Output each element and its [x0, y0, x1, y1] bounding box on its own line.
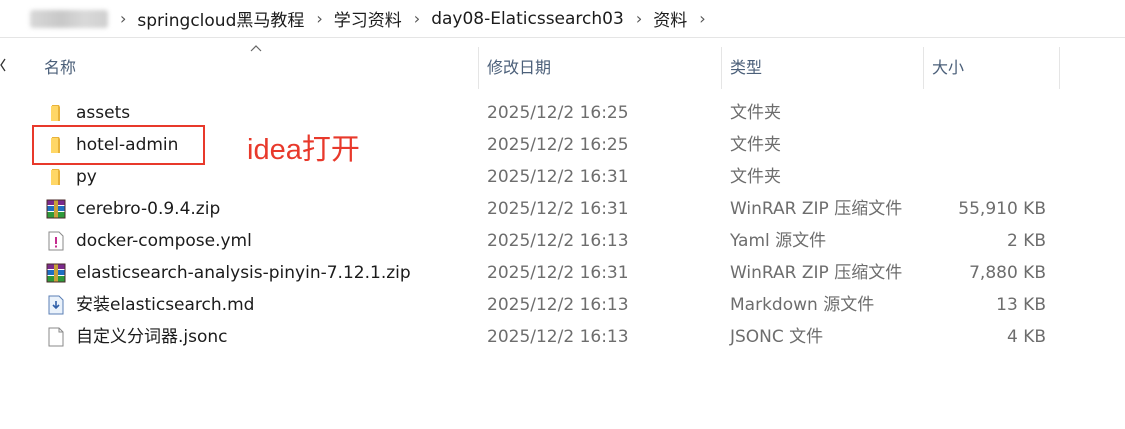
- file-size: 4 KB: [1006, 327, 1046, 347]
- file-modified: 2025/12/2 16:25: [487, 103, 629, 123]
- file-name: 安装elasticsearch.md: [76, 295, 255, 315]
- file-row[interactable]: py 2025/12/2 16:31 文件夹: [30, 161, 1060, 193]
- file-size: 2 KB: [1006, 231, 1046, 251]
- yaml-file-icon: [48, 231, 64, 251]
- column-header-size[interactable]: 大小: [918, 47, 1060, 89]
- file-modified: 2025/12/2 16:13: [487, 327, 629, 347]
- breadcrumb-study-materials[interactable]: 学习资料: [334, 6, 402, 31]
- chevron-right-icon[interactable]: ›: [414, 9, 420, 28]
- markdown-file-icon: [48, 295, 64, 315]
- file-modified: 2025/12/2 16:13: [487, 295, 629, 315]
- scroll-left-arrow-icon[interactable]: [0, 58, 6, 72]
- file-size: 13 KB: [996, 295, 1046, 315]
- file-row[interactable]: 自定义分词器.jsonc 2025/12/2 16:13 JSONC 文件 4 …: [30, 321, 1060, 353]
- column-header-modified[interactable]: 修改日期: [473, 47, 722, 89]
- file-type: 文件夹: [730, 167, 781, 187]
- chevron-right-icon[interactable]: ›: [636, 9, 642, 28]
- chevron-right-icon[interactable]: ›: [699, 9, 705, 28]
- blank-file-icon: [48, 327, 64, 347]
- file-name: py: [76, 167, 97, 187]
- file-name: elasticsearch-analysis-pinyin-7.12.1.zip: [76, 263, 411, 283]
- file-modified: 2025/12/2 16:31: [487, 263, 629, 283]
- file-modified: 2025/12/2 16:13: [487, 231, 629, 251]
- file-modified: 2025/12/2 16:25: [487, 135, 629, 155]
- file-row[interactable]: 安装elasticsearch.md 2025/12/2 16:13 Markd…: [30, 289, 1060, 321]
- file-size: 7,880 KB: [969, 263, 1046, 283]
- address-bar[interactable]: › springcloud黑马教程 › 学习资料 › day08-Elatics…: [0, 0, 1125, 38]
- file-row[interactable]: cerebro-0.9.4.zip 2025/12/2 16:31 WinRAR…: [30, 193, 1060, 225]
- file-type: Yaml 源文件: [730, 231, 827, 251]
- file-type: 文件夹: [730, 103, 781, 123]
- file-type: 文件夹: [730, 135, 781, 155]
- file-row[interactable]: docker-compose.yml 2025/12/2 16:13 Yaml …: [30, 225, 1060, 257]
- annotation-label: idea打开: [247, 134, 360, 166]
- file-name: docker-compose.yml: [76, 231, 252, 251]
- file-type: WinRAR ZIP 压缩文件: [730, 199, 903, 219]
- winrar-archive-icon: [46, 263, 66, 283]
- file-name: 自定义分词器.jsonc: [76, 327, 228, 347]
- annotation-highlight-box: [32, 125, 205, 165]
- file-size: 55,910 KB: [958, 199, 1046, 219]
- folder-icon: [51, 169, 60, 185]
- breadcrumb-materials[interactable]: 资料: [653, 6, 687, 31]
- file-modified: 2025/12/2 16:31: [487, 167, 629, 187]
- file-type: WinRAR ZIP 压缩文件: [730, 263, 903, 283]
- folder-icon: [51, 105, 60, 121]
- file-modified: 2025/12/2 16:31: [487, 199, 629, 219]
- chevron-right-icon[interactable]: ›: [120, 9, 126, 28]
- file-type: Markdown 源文件: [730, 295, 875, 315]
- breadcrumb-day08[interactable]: day08-Elaticssearch03: [431, 9, 624, 29]
- blurred-path-segment: [30, 9, 108, 28]
- breadcrumb-springcloud[interactable]: springcloud黑马教程: [137, 6, 304, 31]
- winrar-archive-icon: [46, 199, 66, 219]
- file-row[interactable]: elasticsearch-analysis-pinyin-7.12.1.zip…: [30, 257, 1060, 289]
- column-header-name[interactable]: 名称: [30, 47, 479, 89]
- file-type: JSONC 文件: [730, 327, 824, 347]
- column-header-row: 名称 修改日期 类型 大小: [30, 47, 1060, 89]
- file-name: cerebro-0.9.4.zip: [76, 199, 221, 219]
- chevron-right-icon[interactable]: ›: [316, 9, 322, 28]
- column-header-type[interactable]: 类型: [716, 47, 924, 89]
